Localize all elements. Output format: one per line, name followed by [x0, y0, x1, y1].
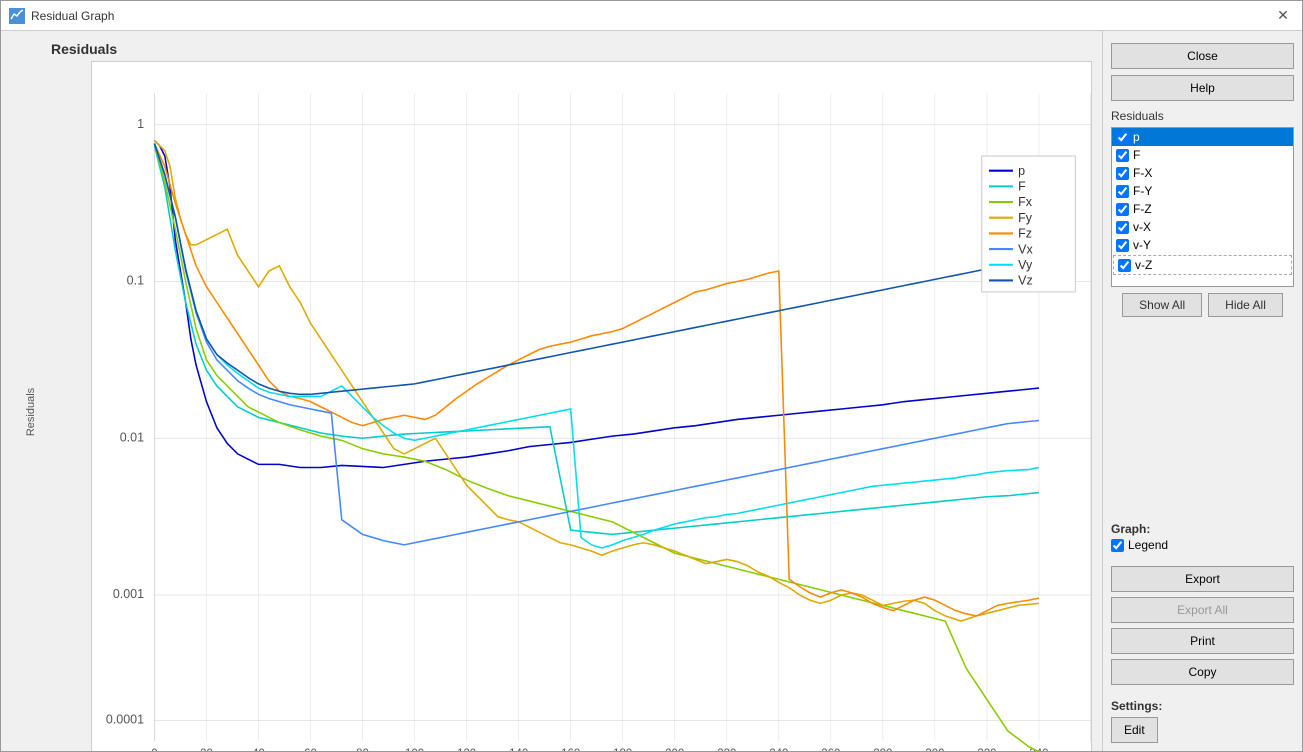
copy-button[interactable]: Copy — [1111, 659, 1294, 685]
chart-area: Residuals Residuals — [1, 31, 1102, 751]
svg-text:F: F — [1018, 180, 1026, 194]
residual-label-vy: v-Y — [1133, 238, 1151, 252]
svg-text:140: 140 — [509, 748, 528, 751]
residual-checkbox-fx[interactable] — [1116, 167, 1129, 180]
svg-text:100: 100 — [405, 748, 424, 751]
svg-text:Fy: Fy — [1018, 211, 1033, 225]
legend-checkbox[interactable] — [1111, 539, 1124, 552]
settings-label: Settings: — [1111, 699, 1294, 713]
content-area: Residuals Residuals — [1, 31, 1302, 751]
svg-text:260: 260 — [821, 748, 840, 751]
residual-item-fx[interactable]: F-X — [1112, 164, 1293, 182]
residual-label-f: F — [1133, 148, 1140, 162]
svg-text:300: 300 — [925, 748, 944, 751]
export-all-button[interactable]: Export All — [1111, 597, 1294, 623]
show-all-button[interactable]: Show All — [1122, 293, 1202, 317]
svg-text:320: 320 — [977, 748, 996, 751]
svg-text:0.001: 0.001 — [113, 587, 144, 601]
svg-text:Fx: Fx — [1018, 195, 1033, 209]
svg-text:Vz: Vz — [1018, 274, 1033, 288]
window-title: Residual Graph — [31, 9, 114, 23]
residual-item-f[interactable]: F — [1112, 146, 1293, 164]
residual-checkbox-fy[interactable] — [1116, 185, 1129, 198]
residual-item-p[interactable]: p — [1112, 128, 1293, 146]
residual-item-fz[interactable]: F-Z — [1112, 200, 1293, 218]
svg-text:160: 160 — [561, 748, 580, 751]
export-button[interactable]: Export — [1111, 566, 1294, 592]
residual-item-vy[interactable]: v-Y — [1112, 236, 1293, 254]
legend-label: Legend — [1128, 538, 1168, 552]
svg-text:0.0001: 0.0001 — [106, 713, 144, 727]
show-hide-buttons: Show All Hide All — [1111, 293, 1294, 317]
svg-text:0: 0 — [151, 748, 157, 751]
residual-checkbox-vy[interactable] — [1116, 239, 1129, 252]
svg-text:Vy: Vy — [1018, 258, 1033, 272]
residual-checkbox-fz[interactable] — [1116, 203, 1129, 216]
residual-label-vz: v-Z — [1135, 258, 1152, 272]
close-button[interactable]: Close — [1111, 43, 1294, 69]
residual-label-fx: F-X — [1133, 166, 1152, 180]
residual-checkbox-vz[interactable] — [1118, 259, 1131, 272]
svg-text:20: 20 — [200, 748, 213, 751]
chart-title: Residuals — [51, 41, 1092, 57]
residual-checkbox-f[interactable] — [1116, 149, 1129, 162]
title-bar-left: Residual Graph — [9, 8, 114, 24]
action-buttons: Export Export All Print Copy — [1111, 566, 1294, 685]
residual-checkbox-vx[interactable] — [1116, 221, 1129, 234]
residual-item-vx[interactable]: v-X — [1112, 218, 1293, 236]
y-axis-label: Residuals — [25, 388, 37, 436]
svg-text:180: 180 — [613, 748, 632, 751]
residual-label-fz: F-Z — [1133, 202, 1152, 216]
svg-text:60: 60 — [304, 748, 317, 751]
legend-check-row: Legend — [1111, 538, 1294, 552]
svg-text:120: 120 — [457, 748, 476, 751]
svg-text:280: 280 — [873, 748, 892, 751]
residual-label-p: p — [1133, 130, 1140, 144]
svg-text:80: 80 — [356, 748, 369, 751]
residual-label-vx: v-X — [1133, 220, 1151, 234]
residual-item-vz[interactable]: v-Z — [1113, 255, 1292, 275]
edit-button[interactable]: Edit — [1111, 717, 1158, 743]
svg-text:40: 40 — [252, 748, 265, 751]
settings-section: Settings: Edit — [1111, 699, 1294, 743]
svg-text:Fz: Fz — [1018, 227, 1032, 241]
residuals-list: p F F-X F-Y — [1111, 127, 1294, 287]
chart-container: 1 0.1 0.01 0.001 0.0001 0 20 40 60 80 10… — [91, 61, 1092, 751]
residual-checkbox-p[interactable] — [1116, 131, 1129, 144]
graph-section: Graph: Legend — [1111, 522, 1294, 558]
residual-label-fy: F-Y — [1133, 184, 1152, 198]
main-window: Residual Graph ✕ Residuals Residuals — [0, 0, 1303, 752]
residuals-title: Residuals — [1111, 109, 1294, 123]
right-panel: Close Help Residuals p F — [1102, 31, 1302, 751]
window-close-button[interactable]: ✕ — [1272, 5, 1294, 27]
hide-all-button[interactable]: Hide All — [1208, 293, 1283, 317]
chart-svg: 1 0.1 0.01 0.001 0.0001 0 20 40 60 80 10… — [92, 62, 1091, 751]
svg-text:p: p — [1018, 164, 1025, 178]
svg-text:0.1: 0.1 — [127, 274, 144, 288]
app-icon — [9, 8, 25, 24]
svg-text:0.01: 0.01 — [120, 430, 144, 444]
graph-label: Graph: — [1111, 522, 1294, 536]
svg-text:1: 1 — [137, 117, 144, 131]
svg-text:240: 240 — [769, 748, 788, 751]
title-bar: Residual Graph ✕ — [1, 1, 1302, 31]
help-button[interactable]: Help — [1111, 75, 1294, 101]
residuals-section: Residuals p F F-X — [1111, 109, 1294, 317]
svg-text:Vx: Vx — [1018, 242, 1033, 256]
spacer — [1111, 325, 1294, 514]
top-buttons: Close Help — [1111, 39, 1294, 101]
residual-item-fy[interactable]: F-Y — [1112, 182, 1293, 200]
svg-text:200: 200 — [665, 748, 684, 751]
svg-text:220: 220 — [717, 748, 736, 751]
print-button[interactable]: Print — [1111, 628, 1294, 654]
